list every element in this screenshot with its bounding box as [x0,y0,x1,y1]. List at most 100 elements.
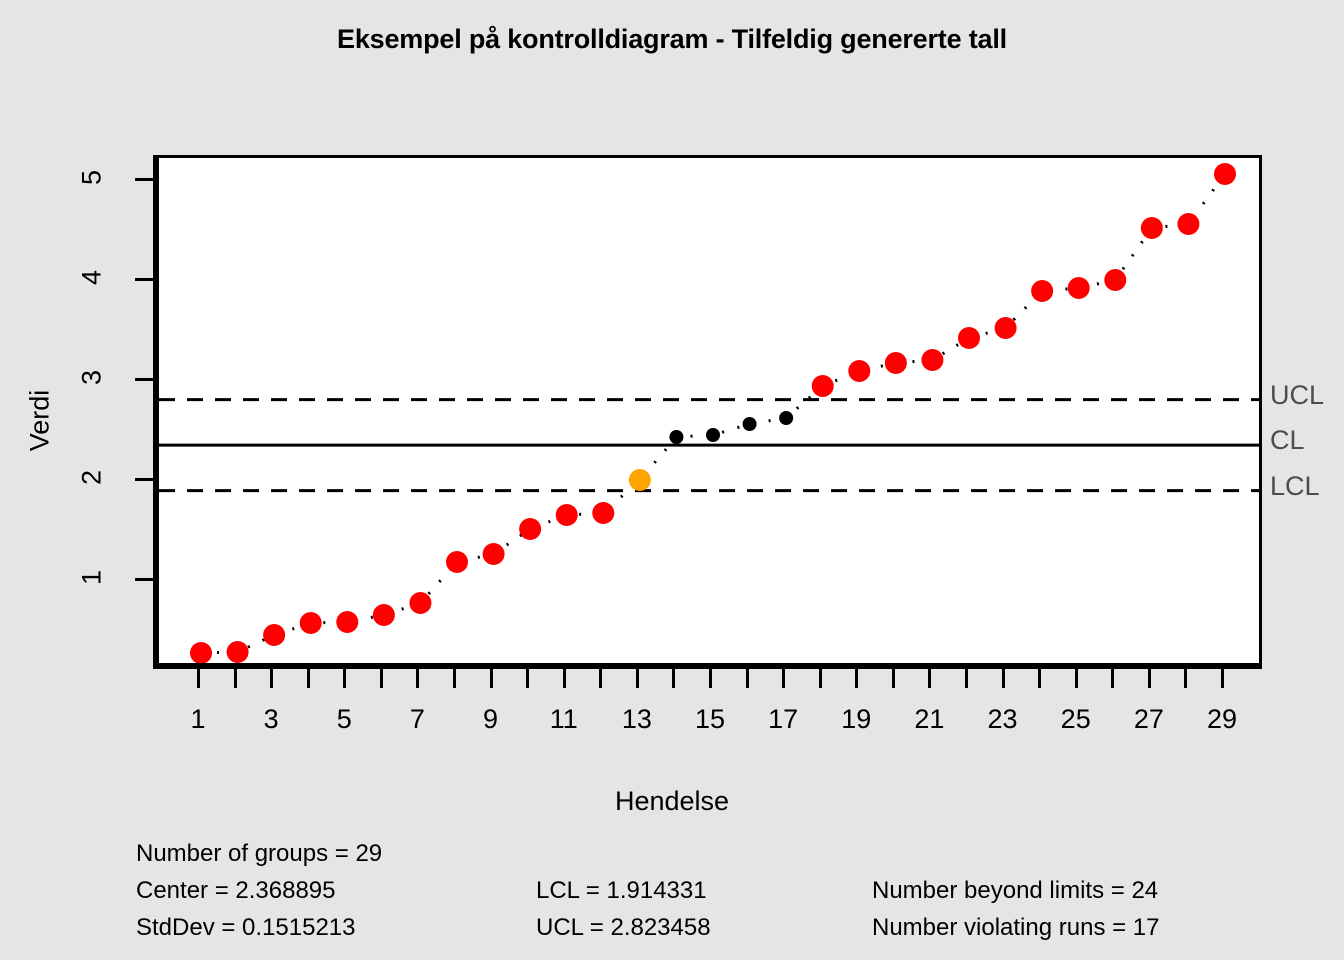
y-tick [135,378,153,381]
data-point [555,504,578,526]
x-tick-label: 27 [1133,704,1164,734]
data-point [263,624,286,646]
y-tick-label: 2 [76,469,107,486]
cl-label: CL [1270,425,1305,456]
y-axis-title: Verdi [24,389,55,452]
x-tick [562,669,566,688]
data-point [958,327,980,349]
x-tick [1147,669,1151,688]
x-tick-label: 15 [694,704,726,734]
ucl-label: UCL [1270,379,1325,410]
x-tick-label: 17 [768,704,799,734]
x-tick [1038,669,1042,688]
y-tick-label: 3 [76,369,107,386]
data-point [628,469,651,491]
x-tick [672,669,676,688]
x-tick-label: 29 [1206,704,1238,734]
control-chart-figure: Eksempel på kontrolldiagram - Tilfeldig … [0,0,1344,960]
data-series-line [200,173,1227,655]
data-point [884,352,907,374]
x-tick-label: 3 [263,704,279,734]
y-axis-line [153,155,156,669]
data-point [372,604,395,626]
y-tick-label: 1 [76,569,107,586]
x-tick [197,669,200,688]
stat-ucl: UCL = 2.823458 [536,914,711,941]
x-tick-label: 5 [336,704,352,734]
x-tick-label: 23 [987,704,1018,734]
x-tick [343,669,347,688]
data-point [994,317,1017,339]
x-tick [453,669,456,688]
y-tick [135,578,153,581]
y-tick [135,278,153,281]
stat-lcl: LCL = 1.914331 [536,877,707,904]
plot-panel [156,155,1262,666]
data-point [811,375,834,397]
plot-svg [159,163,1259,663]
data-point [446,551,468,573]
x-tick [709,669,712,688]
x-tick-label: 19 [841,704,872,734]
x-tick-label: 11 [549,704,578,734]
data-point [299,612,322,634]
x-tick [1111,669,1115,688]
stat-stddev: StdDev = 0.1515213 [136,914,356,941]
stats-row-2: Center = 2.368895 LCL = 1.914331 Number … [0,877,1344,914]
data-point [519,518,542,540]
data-point [592,502,615,524]
x-tick [1074,669,1078,688]
y-tick-label: 4 [76,269,107,286]
y-tick-label: 5 [76,169,107,186]
data-point [1177,213,1200,235]
data-point [848,360,871,382]
x-tick [1184,669,1188,688]
x-tick-label: 13 [621,704,652,734]
data-point [1214,163,1236,185]
data-point [226,641,249,663]
data-point [1031,280,1054,302]
x-tick [526,669,530,688]
x-tick-label: 25 [1060,704,1091,734]
stat-violating-runs: Number violating runs = 17 [872,914,1160,941]
x-tick [1221,669,1224,688]
x-tick [635,669,639,688]
data-point [482,543,505,565]
stats-row-1: Number of groups = 29 [0,840,1344,877]
x-tick [379,669,383,688]
data-point [1067,277,1090,299]
data-point [779,411,794,425]
x-tick-label: 9 [483,704,499,734]
x-tick [965,669,968,688]
x-tick-label: 1 [190,704,206,734]
y-tick [135,478,153,481]
x-tick [782,669,786,688]
data-point [190,642,212,663]
x-tick [745,669,749,688]
x-tick [599,669,603,688]
statistics-block: Number of groups = 29 Center = 2.368895 … [0,840,1344,951]
lcl-label: LCL [1270,470,1320,501]
stat-number-of-groups: Number of groups = 29 [136,840,383,867]
stats-row-3: StdDev = 0.1515213 UCL = 2.823458 Number… [0,914,1344,951]
x-tick-label: 7 [409,704,425,734]
x-tick [855,669,859,688]
data-point [336,611,359,633]
data-point [1104,269,1127,291]
x-tick [306,669,310,688]
x-tick-label: 21 [914,704,945,734]
stat-center: Center = 2.368895 [136,877,336,904]
data-point [742,417,757,431]
x-tick [928,669,932,688]
data-point [409,592,432,614]
x-tick [233,669,237,688]
x-tick [891,669,895,688]
data-point [669,430,684,444]
x-axis-title: Hendelse [614,786,730,816]
chart-title: Eksempel på kontrolldiagram - Tilfeldig … [337,24,1007,54]
x-tick [489,669,493,688]
y-tick [135,178,153,181]
x-tick [270,669,274,688]
stat-beyond-limits: Number beyond limits = 24 [872,877,1159,904]
x-tick [416,669,420,688]
